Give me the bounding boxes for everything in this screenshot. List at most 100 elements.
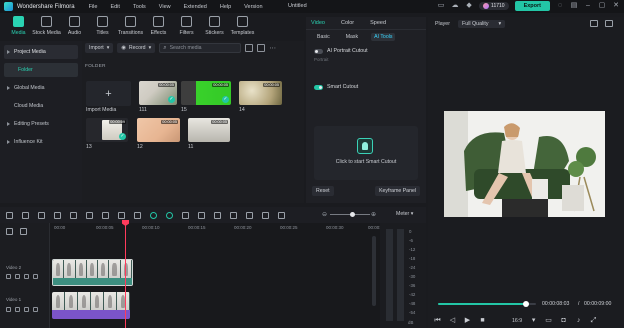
zoom-out-icon[interactable]: ⊖ — [322, 211, 327, 218]
credits-badge[interactable]: 11710 — [479, 2, 509, 10]
notification-icon[interactable]: ◌ — [556, 2, 564, 10]
track-video-icon[interactable] — [6, 307, 11, 312]
monitor-icon[interactable]: ▭ — [437, 2, 445, 10]
camera-icon[interactable]: ◘ — [560, 317, 567, 324]
grid-icon[interactable] — [246, 211, 253, 219]
keyframe-panel-button[interactable]: Keyframe Panel — [375, 186, 420, 196]
tab-color[interactable]: Color — [341, 20, 354, 26]
tool-media[interactable]: Media — [6, 13, 31, 41]
meter-dropdown[interactable]: Meter ▾ — [396, 211, 413, 217]
record-dropdown[interactable]: ◉ Record ▾ — [117, 43, 156, 53]
add-track-icon[interactable] — [6, 228, 13, 235]
sidebar-item-cloud-media[interactable]: Cloud Media — [4, 99, 78, 113]
menu-extended[interactable]: Extended — [184, 4, 207, 10]
export-button[interactable]: Export — [514, 1, 550, 11]
cloud-icon[interactable]: ☁ — [451, 2, 459, 10]
timeline-scrollbar[interactable] — [372, 236, 376, 306]
smart-cutout-button[interactable]: Click to start Smart Cutout — [314, 126, 418, 180]
tool-transitions[interactable]: Transitions — [118, 13, 143, 41]
play-icon[interactable]: ▶ — [464, 317, 471, 324]
progress-handle[interactable] — [523, 301, 530, 307]
delete-icon[interactable] — [70, 211, 77, 219]
tab-basic[interactable]: Basic — [314, 33, 333, 41]
grid-view-icon[interactable] — [257, 44, 266, 52]
maximize-icon[interactable]: ▢ — [598, 2, 606, 10]
audio-icon[interactable] — [198, 211, 205, 219]
audio-icon[interactable] — [33, 274, 38, 279]
playback-progress[interactable] — [438, 301, 536, 307]
sidebar-item-folder[interactable]: Folder — [4, 63, 78, 77]
tool-templates[interactable]: Templates — [230, 13, 255, 41]
tool-stickers[interactable]: Stickers — [202, 13, 227, 41]
media-thumbnail[interactable]: 00:00:09 ✓ — [86, 118, 128, 142]
time-ruler[interactable]: 00:00 00:00:05 00:00:10 00:00:15 00:00:2… — [50, 223, 386, 239]
sidebar-item-project-media[interactable]: Project Media — [4, 45, 78, 59]
redo-icon[interactable] — [54, 211, 61, 219]
ai-portrait-toggle[interactable] — [314, 48, 323, 54]
video-preview[interactable] — [444, 111, 605, 217]
ai-icon[interactable] — [166, 211, 173, 219]
media-thumbnail[interactable]: 00:00:05 ✓ — [181, 81, 231, 105]
cut-icon[interactable] — [86, 211, 93, 219]
text-icon[interactable] — [118, 211, 125, 219]
menu-edit[interactable]: Edit — [110, 4, 119, 10]
skip-back-icon[interactable]: ⏮ — [434, 317, 441, 324]
sidebar-item-global-media[interactable]: Global Media — [4, 81, 78, 95]
image-icon[interactable] — [605, 20, 613, 27]
reset-button[interactable]: Reset — [312, 186, 334, 196]
select-icon[interactable] — [22, 211, 29, 219]
filter-icon[interactable] — [245, 44, 254, 52]
sidebar-item-editing-presets[interactable]: Editing Presets — [4, 117, 78, 131]
tool-effects[interactable]: Effects — [146, 13, 171, 41]
media-thumbnail[interactable]: 00:00:05 — [137, 118, 180, 142]
menu-view[interactable]: View — [159, 4, 171, 10]
render-icon[interactable] — [150, 211, 157, 219]
more-icon[interactable]: ⋯ — [269, 44, 276, 52]
fullscreen-icon[interactable]: ⤢ — [590, 317, 597, 324]
stop-icon[interactable]: ■ — [479, 317, 486, 324]
menu-tools[interactable]: Tools — [133, 4, 146, 10]
display-icon[interactable]: ▭ — [545, 317, 552, 324]
layout-icon[interactable]: ▤ — [570, 2, 578, 10]
tool-audio[interactable]: Audio — [62, 13, 87, 41]
tool-stock-media[interactable]: Stock Media — [32, 13, 61, 41]
import-media-tile[interactable]: + — [86, 81, 131, 106]
mic-icon[interactable] — [214, 211, 221, 219]
timeline-clip-video1[interactable] — [52, 292, 130, 319]
tab-speed[interactable]: Speed — [370, 20, 386, 26]
quality-dropdown[interactable]: Full Quality ▾ — [458, 20, 506, 28]
eye-icon[interactable] — [24, 274, 29, 279]
lock-icon[interactable] — [15, 307, 20, 312]
snapshot-icon[interactable] — [590, 20, 598, 27]
timeline-clip-video2[interactable] — [52, 259, 133, 286]
volume-icon[interactable]: ♪ — [575, 317, 582, 324]
link-icon[interactable] — [20, 228, 27, 235]
sidebar-item-influence-kit[interactable]: Influence Kit — [4, 135, 78, 149]
menu-version[interactable]: Version — [244, 4, 262, 10]
media-thumbnail[interactable]: 00:00:05 — [239, 81, 282, 105]
zoom-handle[interactable] — [350, 212, 355, 217]
track-video-icon[interactable] — [6, 274, 11, 279]
undo-icon[interactable] — [38, 211, 45, 219]
aspect-ratio-dropdown[interactable]: 16:9 — [512, 318, 522, 324]
audio-icon[interactable] — [33, 307, 38, 312]
crop-icon[interactable] — [102, 211, 109, 219]
caption-icon[interactable] — [230, 211, 237, 219]
shield-icon[interactable] — [182, 211, 189, 219]
import-dropdown[interactable]: Import ▾ — [85, 43, 114, 53]
lock-icon[interactable] — [15, 274, 20, 279]
media-thumbnail[interactable]: 00:00:05 — [188, 118, 230, 142]
eye-icon[interactable] — [24, 307, 29, 312]
insert-icon[interactable] — [278, 211, 285, 219]
sticker-icon[interactable] — [262, 211, 269, 219]
zoom-slider[interactable]: ⊖ ⊕ — [322, 212, 376, 218]
minimize-icon[interactable]: – — [584, 2, 592, 10]
frame-back-icon[interactable]: ◁ — [449, 317, 456, 324]
media-thumbnail[interactable]: 00:00:05 ✓ — [139, 81, 177, 105]
tool-filters[interactable]: Filters — [174, 13, 199, 41]
more-icon[interactable] — [134, 211, 141, 219]
tool-titles[interactable]: Titles — [90, 13, 115, 41]
media-search[interactable]: ⌕ — [159, 43, 242, 53]
menu-file[interactable]: File — [89, 4, 98, 10]
playhead[interactable] — [125, 220, 126, 328]
